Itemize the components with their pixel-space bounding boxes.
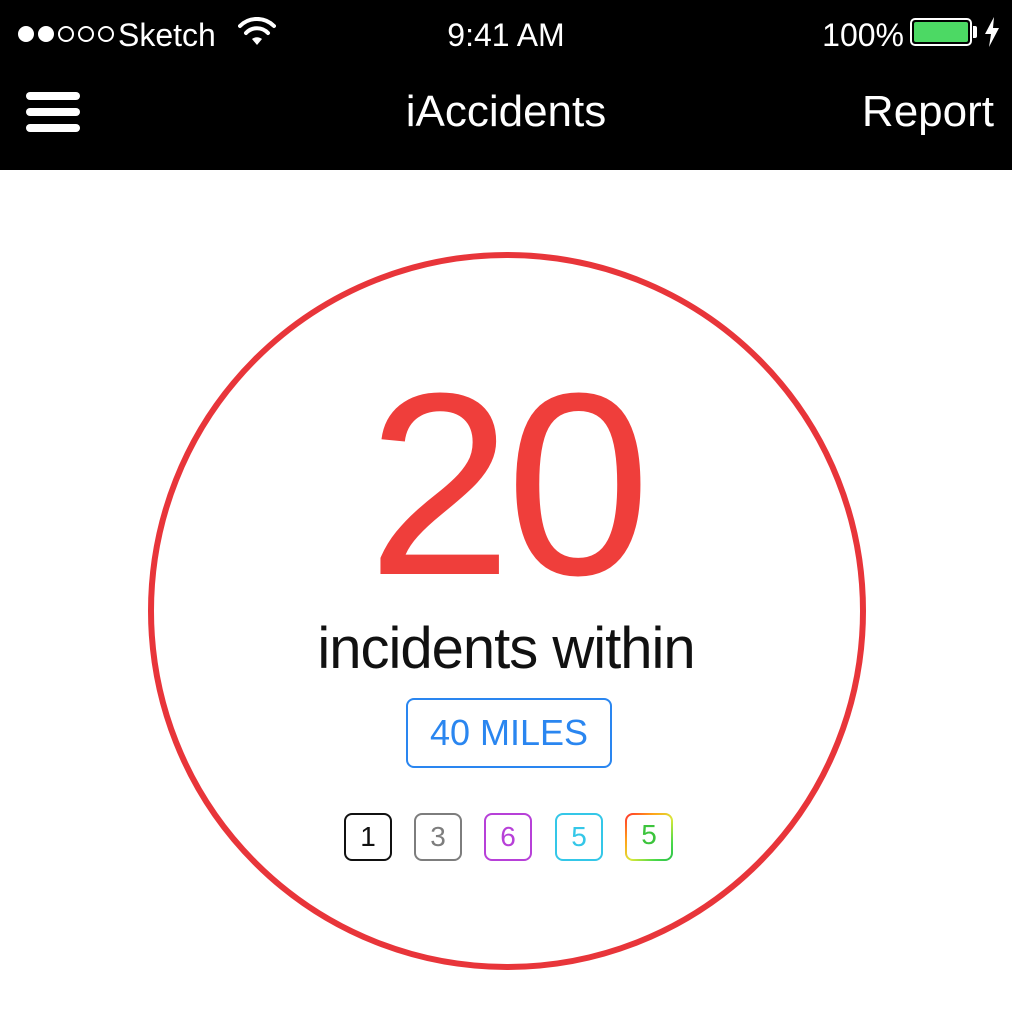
battery-icon — [910, 18, 972, 46]
category-badge-count: 1 — [360, 821, 376, 852]
category-badge-count: 6 — [500, 821, 516, 852]
category-badge[interactable]: 3 — [414, 813, 462, 861]
status-bar: Sketch 9:41 AM 100% — [0, 0, 1012, 68]
category-badge[interactable]: 5 — [625, 813, 673, 861]
category-badge-count: 3 — [430, 821, 446, 852]
category-badge[interactable]: 6 — [484, 813, 532, 861]
radius-button[interactable]: 40 MILES — [406, 698, 612, 768]
category-badge[interactable]: 1 — [344, 813, 392, 861]
navigation-bar: iAccidents Report — [0, 68, 1012, 170]
bolt-icon — [985, 17, 999, 47]
report-button[interactable]: Report — [862, 86, 994, 138]
battery-percent: 100% — [822, 17, 904, 53]
battery-tip — [973, 26, 977, 38]
top-bar: Sketch 9:41 AM 100% iAccidents Report — [0, 0, 1012, 170]
battery-level-fill — [914, 22, 968, 42]
category-badge-count: 5 — [571, 821, 587, 852]
page-title: iAccidents — [405, 87, 607, 136]
category-badges: 1 3 6 5 5 — [344, 813, 676, 861]
category-badge-inner: 5 — [627, 815, 671, 859]
incident-count: 20 — [367, 340, 650, 630]
incident-subtitle: incidents within — [317, 616, 695, 681]
category-badge[interactable]: 5 — [555, 813, 603, 861]
category-badge-count: 5 — [641, 819, 657, 850]
